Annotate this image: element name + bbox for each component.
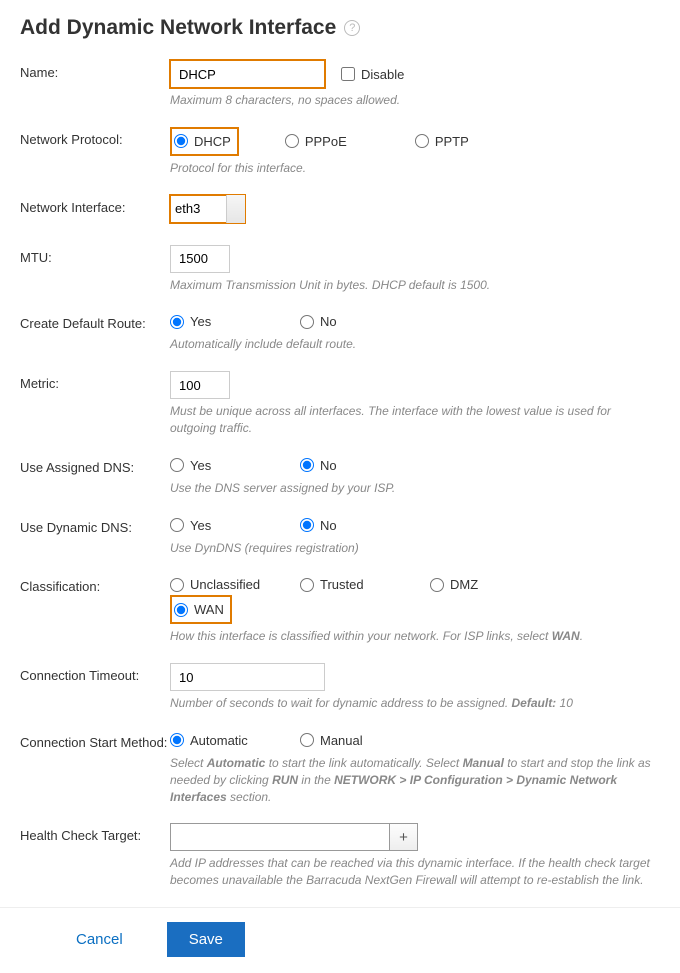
default-route-no-label: No — [320, 314, 337, 329]
start-method-manual-label: Manual — [320, 733, 363, 748]
health-label: Health Check Target: — [20, 823, 170, 843]
classification-wan-radio[interactable] — [174, 603, 188, 617]
timeout-input[interactable] — [170, 663, 325, 691]
save-button[interactable]: Save — [167, 922, 245, 957]
default-route-no-radio[interactable] — [300, 315, 314, 329]
start-method-automatic-label: Automatic — [190, 733, 248, 748]
protocol-pppoe-radio[interactable] — [285, 134, 299, 148]
metric-label: Metric: — [20, 371, 170, 391]
classification-hint: How this interface is classified within … — [170, 628, 660, 645]
dynamic-dns-hint: Use DynDNS (requires registration) — [170, 540, 660, 557]
name-input[interactable] — [170, 60, 325, 88]
protocol-pptp-label: PPTP — [435, 134, 469, 149]
default-route-yes-label: Yes — [190, 314, 211, 329]
classification-label: Classification: — [20, 574, 170, 594]
name-hint: Maximum 8 characters, no spaces allowed. — [170, 92, 660, 109]
start-method-automatic-radio[interactable] — [170, 733, 184, 747]
assigned-dns-label: Use Assigned DNS: — [20, 455, 170, 475]
assigned-dns-yes-radio[interactable] — [170, 458, 184, 472]
protocol-label: Network Protocol: — [20, 127, 170, 147]
assigned-dns-hint: Use the DNS server assigned by your ISP. — [170, 480, 660, 497]
classification-unclassified-label: Unclassified — [190, 577, 260, 592]
help-icon[interactable]: ? — [344, 20, 360, 36]
protocol-dhcp-label: DHCP — [194, 134, 231, 149]
assigned-dns-no-label: No — [320, 458, 337, 473]
protocol-pptp-radio[interactable] — [415, 134, 429, 148]
cancel-button[interactable]: Cancel — [70, 930, 129, 949]
title-text: Add Dynamic Network Interface — [20, 16, 336, 40]
protocol-dhcp-radio[interactable] — [174, 134, 188, 148]
disable-checkbox[interactable] — [341, 67, 355, 81]
classification-dmz-radio[interactable] — [430, 578, 444, 592]
assigned-dns-yes-label: Yes — [190, 458, 211, 473]
start-method-label: Connection Start Method: — [20, 730, 170, 750]
health-check-add-button[interactable]: + — [390, 823, 418, 851]
classification-trusted-radio[interactable] — [300, 578, 314, 592]
timeout-label: Connection Timeout: — [20, 663, 170, 683]
default-route-label: Create Default Route: — [20, 311, 170, 331]
mtu-label: MTU: — [20, 245, 170, 265]
name-label: Name: — [20, 60, 170, 80]
mtu-hint: Maximum Transmission Unit in bytes. DHCP… — [170, 277, 660, 294]
disable-label: Disable — [361, 67, 404, 82]
page-title: Add Dynamic Network Interface ? — [20, 16, 660, 40]
classification-wan-label: WAN — [194, 602, 224, 617]
protocol-hint: Protocol for this interface. — [170, 160, 660, 177]
classification-unclassified-radio[interactable] — [170, 578, 184, 592]
divider — [0, 907, 680, 908]
default-route-yes-radio[interactable] — [170, 315, 184, 329]
classification-dmz-label: DMZ — [450, 577, 478, 592]
mtu-input[interactable] — [170, 245, 230, 273]
start-method-hint: Select Automatic to start the link autom… — [170, 755, 660, 805]
timeout-hint: Number of seconds to wait for dynamic ad… — [170, 695, 660, 712]
assigned-dns-no-radio[interactable] — [300, 458, 314, 472]
interface-label: Network Interface: — [20, 195, 170, 215]
metric-hint: Must be unique across all interfaces. Th… — [170, 403, 660, 437]
plus-icon: + — [399, 829, 408, 846]
dynamic-dns-no-radio[interactable] — [300, 518, 314, 532]
health-check-input[interactable] — [170, 823, 390, 851]
health-hint: Add IP addresses that can be reached via… — [170, 855, 660, 889]
default-route-hint: Automatically include default route. — [170, 336, 660, 353]
dynamic-dns-yes-label: Yes — [190, 518, 211, 533]
protocol-pppoe-label: PPPoE — [305, 134, 347, 149]
metric-input[interactable] — [170, 371, 230, 399]
classification-trusted-label: Trusted — [320, 577, 364, 592]
dynamic-dns-yes-radio[interactable] — [170, 518, 184, 532]
dynamic-dns-label: Use Dynamic DNS: — [20, 515, 170, 535]
dynamic-dns-no-label: No — [320, 518, 337, 533]
start-method-manual-radio[interactable] — [300, 733, 314, 747]
interface-select[interactable]: eth3 — [170, 195, 245, 223]
